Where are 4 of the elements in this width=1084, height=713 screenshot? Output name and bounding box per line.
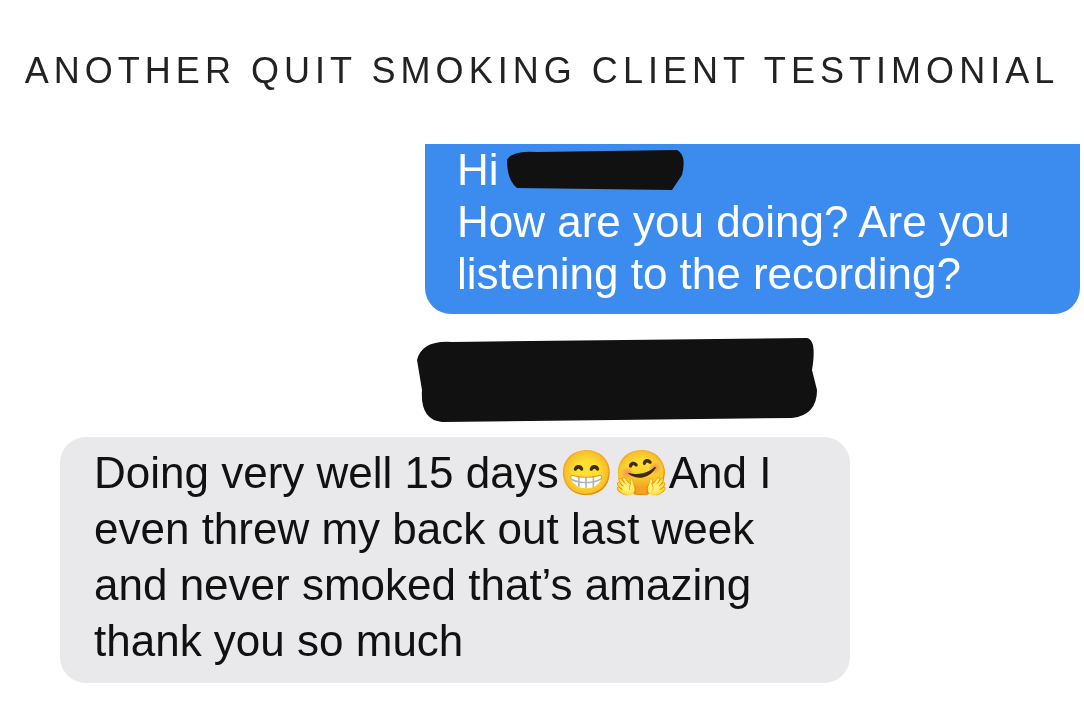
message-text: How are you doing? Are you listening to the recording? bbox=[457, 196, 1011, 300]
message-text: Doing very well 15 days😁🤗And I even threw my back out last week and never smoked that’s amazing thank you so much bbox=[94, 447, 773, 667]
page-title: ANOTHER QUIT SMOKING CLIENT TESTIMONIAL bbox=[23, 49, 1061, 93]
greeting-text: Hi bbox=[457, 144, 499, 196]
